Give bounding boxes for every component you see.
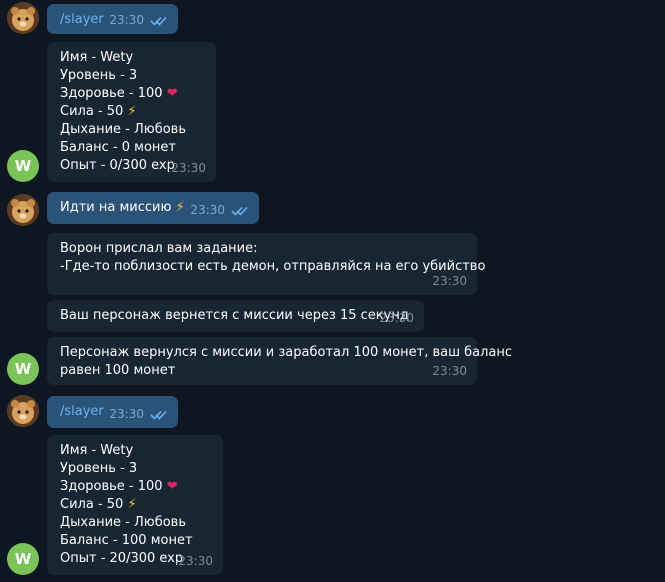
bot-avatar[interactable]: W xyxy=(7,353,39,385)
lightning-icon: ⚡ xyxy=(127,104,137,119)
message-time: 23:30 xyxy=(190,203,225,217)
message-bubble[interactable]: Персонаж вернулся с миссии и заработал 1… xyxy=(47,337,513,385)
bot-avatar[interactable]: W xyxy=(7,150,39,182)
message-line: Дыхание - Любовь xyxy=(60,122,186,137)
message-time: 23:30 xyxy=(178,554,213,568)
message-bubble[interactable]: Ваш персонаж вернется с миссии через 15 … xyxy=(47,300,424,332)
message-time: 23:30 xyxy=(432,274,467,288)
message-line: Уровень - 3 xyxy=(60,461,138,476)
user-avatar[interactable] xyxy=(7,194,39,226)
command-link[interactable]: /slayer xyxy=(60,12,104,27)
message-line: Сила - 50 xyxy=(60,497,124,512)
message-line: равен 100 монет xyxy=(60,363,176,378)
message-time: 23:30 xyxy=(109,13,144,27)
message-text: Идти на миссию xyxy=(60,200,172,215)
message-line: Дыхание - Любовь xyxy=(60,515,186,530)
message-line: Ваш персонаж вернется с миссии через 15 … xyxy=(60,308,409,323)
message-bubble[interactable]: Имя - Wety Уровень - 3 Здоровье - 100 ❤ … xyxy=(47,42,216,182)
message-line: -Где-то поблизости есть демон, отправляй… xyxy=(60,259,486,274)
message-bubble[interactable]: Идти на миссию ⚡ 23:30 xyxy=(47,192,259,224)
message-line: Здоровье - 100 xyxy=(60,86,163,101)
read-ticks-icon xyxy=(150,410,167,420)
message-bubble[interactable]: /slayer 23:30 xyxy=(47,4,178,34)
message-line: Имя - Wety xyxy=(60,50,134,65)
bot-avatar[interactable]: W xyxy=(7,543,39,575)
user-avatar[interactable] xyxy=(7,2,39,34)
lightning-icon: ⚡ xyxy=(127,497,137,512)
message-time: 23:30 xyxy=(171,161,206,175)
lightning-icon: ⚡ xyxy=(175,200,185,215)
read-ticks-icon xyxy=(231,206,248,216)
message-time: 23:30 xyxy=(379,311,414,325)
heart-icon: ❤ xyxy=(166,479,178,494)
message-line: Уровень - 3 xyxy=(60,68,138,83)
read-ticks-icon xyxy=(150,16,167,26)
message-line: Персонаж вернулся с миссии и заработал 1… xyxy=(60,345,513,360)
message-time: 23:30 xyxy=(109,407,144,421)
message-bubble[interactable]: /slayer 23:30 xyxy=(47,396,178,428)
message-bubble[interactable]: Имя - Wety Уровень - 3 Здоровье - 100 ❤ … xyxy=(47,435,223,575)
user-avatar[interactable] xyxy=(7,395,39,427)
command-link[interactable]: /slayer xyxy=(60,404,104,419)
message-bubble[interactable]: Ворон прислал вам задание: -Где-то побли… xyxy=(47,233,486,295)
heart-icon: ❤ xyxy=(166,86,178,101)
message-line: Баланс - 0 монет xyxy=(60,140,176,155)
message-line: Сила - 50 xyxy=(60,104,124,119)
message-time: 23:30 xyxy=(432,364,467,378)
message-line: Здоровье - 100 xyxy=(60,479,163,494)
message-line: Баланс - 100 монет xyxy=(60,533,193,548)
message-line: Ворон прислал вам задание: xyxy=(60,241,258,256)
message-line: Имя - Wety xyxy=(60,443,134,458)
